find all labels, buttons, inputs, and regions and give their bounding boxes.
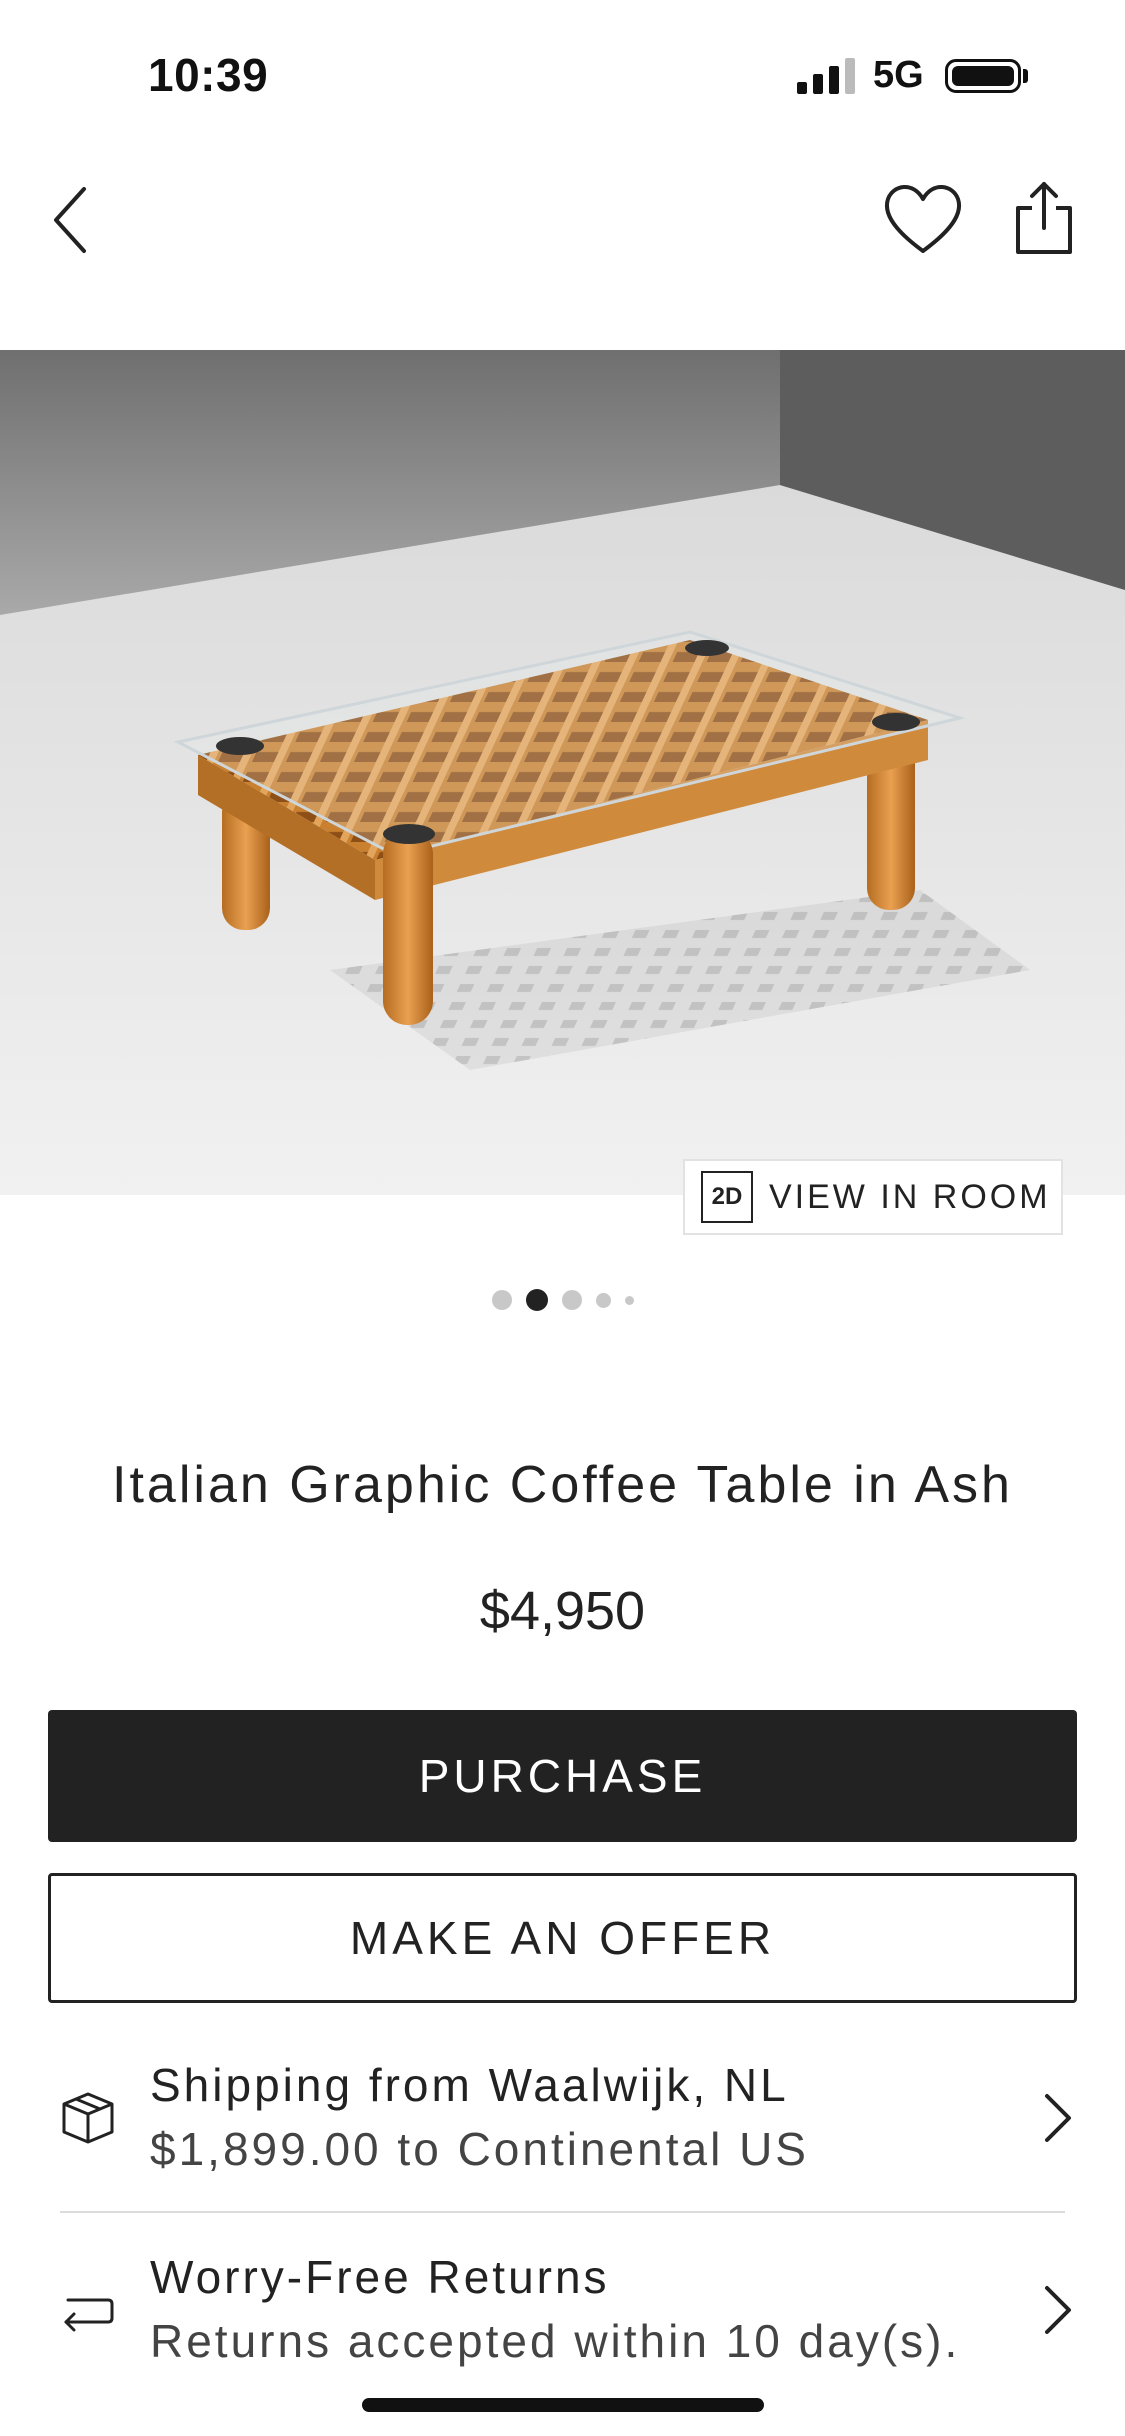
view-in-room-button[interactable]: 2D VIEW IN ROOM [683,1159,1063,1235]
return-arrow-icon [64,2298,114,2332]
2d-view-icon: 2D [701,1171,753,1223]
status-time: 10:39 [148,49,269,101]
chevron-right-icon [1045,2094,1071,2142]
pagination-dot[interactable] [561,1290,582,1310]
product-price: $4,950 [479,1581,646,1641]
share-icon [1016,182,1072,254]
heart-icon [885,185,961,253]
home-indicator[interactable] [362,2398,764,2412]
make-offer-button[interactable]: MAKE AN OFFER [48,1873,1077,2003]
network-type: 5G [873,54,924,96]
coffee-table-photo [0,350,1125,1195]
returns-title: Worry-Free Returns [150,2251,610,2303]
package-icon [62,2092,114,2144]
back-button[interactable] [40,175,100,265]
pagination-dot[interactable] [624,1295,634,1305]
shipping-detail: $1,899.00 to Continental US [150,2123,809,2175]
pagination-dot[interactable] [491,1290,512,1310]
pagination-dot[interactable] [595,1292,611,1308]
cellular-signal-icon [797,56,855,94]
purchase-button[interactable]: PURCHASE [48,1710,1077,1842]
chevron-left-icon [54,187,86,253]
favorite-button[interactable] [880,175,966,261]
product-image[interactable] [0,350,1125,1195]
view-in-room-label: VIEW IN ROOM [769,1177,1051,1216]
shipping-title: Shipping from Waalwijk, NL [150,2059,789,2111]
chevron-right-icon [1045,2286,1071,2334]
product-title: Italian Graphic Coffee Table in Ash [112,1456,1013,1514]
divider [60,2211,1065,2213]
returns-detail: Returns accepted within 10 day(s). [150,2315,961,2367]
shipping-row[interactable]: Shipping from Waalwijk, NL $1,899.00 to … [40,2040,1085,2210]
status-bar: 10:39 5G [0,0,1125,150]
view-badge-text: 2D [711,1183,743,1210]
battery-icon [945,59,1021,93]
image-pagination[interactable] [0,1285,1125,1315]
returns-row[interactable]: Worry-Free Returns Returns accepted with… [40,2232,1085,2402]
share-button[interactable] [1010,178,1078,258]
pagination-dot-active[interactable] [525,1289,548,1311]
battery-tip [1023,69,1028,83]
